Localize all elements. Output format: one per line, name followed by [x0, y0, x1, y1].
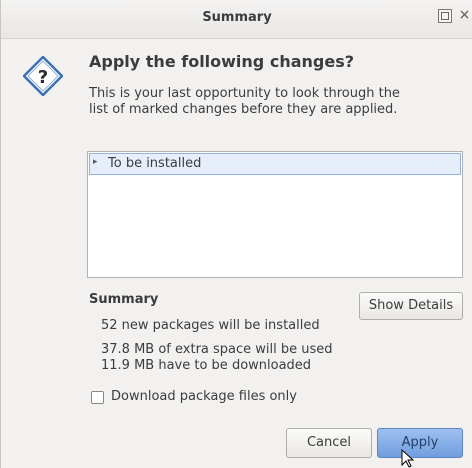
dialog-description: This is your last opportunity to look th… — [89, 86, 400, 117]
cancel-button[interactable]: Cancel — [286, 428, 372, 458]
mouse-pointer-icon — [401, 449, 415, 468]
dialog-window: Summary × ? Apply the following changes?… — [0, 0, 472, 468]
show-details-button[interactable]: Show Details — [359, 292, 463, 320]
list-item-to-be-installed[interactable]: ▸ To be installed — [89, 153, 461, 175]
title-bar[interactable]: Summary × — [1, 0, 472, 39]
maximize-icon[interactable] — [438, 9, 452, 23]
expander-arrow-icon[interactable]: ▸ — [93, 157, 98, 167]
summary-new-packages: 52 new packages will be installed — [101, 318, 320, 333]
list-item-label: To be installed — [108, 156, 202, 171]
summary-download-size: 11.9 MB have to be downloaded — [101, 358, 312, 373]
svg-text:?: ? — [38, 67, 48, 88]
question-diamond-icon: ? — [23, 56, 63, 96]
summary-extra-space: 37.8 MB of extra space will be used — [101, 342, 333, 357]
window-title: Summary — [202, 10, 272, 25]
changes-list[interactable]: ▸ To be installed — [87, 151, 463, 278]
apply-button[interactable]: Apply — [377, 428, 463, 458]
summary-heading: Summary — [89, 292, 159, 307]
close-icon[interactable]: × — [456, 8, 472, 23]
dialog-heading: Apply the following changes? — [89, 52, 354, 71]
download-only-label[interactable]: Download package files only — [111, 389, 297, 404]
download-only-checkbox[interactable] — [91, 391, 104, 404]
